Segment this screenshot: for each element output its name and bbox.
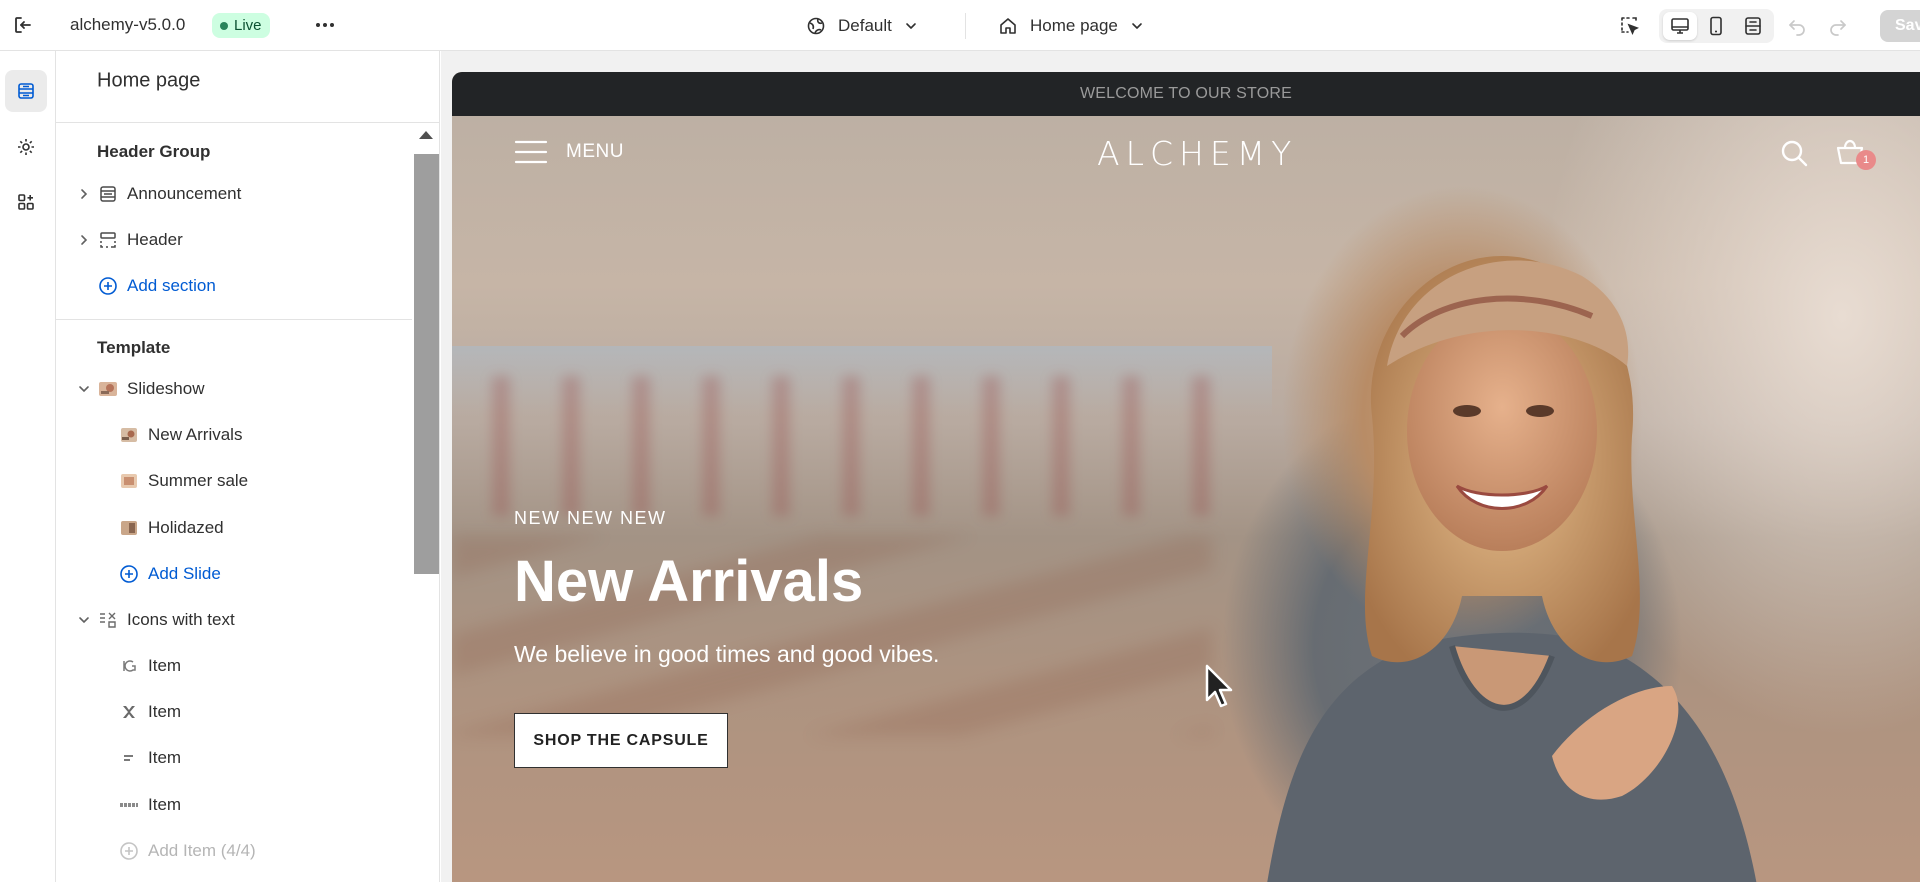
chevron-right-icon[interactable] (77, 233, 91, 247)
sidebar-item-label: Item (148, 656, 182, 675)
chevron-down-icon[interactable] (77, 613, 91, 627)
announcement-bar[interactable]: WELCOME TO OUR STORE (452, 72, 1920, 116)
sidebar-item-label: Holidazed (148, 518, 224, 537)
add-slide-button[interactable]: Add Slide (56, 554, 412, 594)
sidebar-item-label: Header (127, 230, 183, 249)
undo-icon[interactable] (1786, 15, 1808, 37)
sidebar-item-label: Item (148, 795, 182, 814)
live-dot-icon (220, 21, 228, 30)
mouse-pointer-icon (1205, 664, 1233, 708)
slide-thumbnail-icon (119, 471, 139, 491)
add-item-button[interactable]: Add Item (4/4) (56, 831, 412, 871)
fullscreen-icon[interactable] (1736, 12, 1770, 40)
sidebar-item-slide-summer-sale[interactable]: Summer sale (56, 461, 412, 501)
template-selector[interactable]: Default (806, 13, 918, 39)
globe-icon (807, 17, 825, 35)
chevron-down-icon (1132, 23, 1142, 29)
inspector-icon[interactable] (1618, 14, 1642, 38)
page-selector-label: Home page (1030, 16, 1118, 35)
item-thumbnail-icon (119, 795, 139, 815)
store-preview[interactable]: WELCOME TO OUR STORE MENU ALCHEMY 1 NEW … (452, 72, 1920, 882)
sidebar-scrollbar-thumb[interactable] (414, 154, 439, 574)
sidebar-item-label: Slideshow (127, 379, 205, 398)
sidebar-item-icon-item[interactable]: Item (56, 738, 412, 778)
mobile-icon[interactable] (1699, 12, 1733, 40)
sidebar-item-label: New Arrivals (148, 425, 243, 444)
chevron-right-icon[interactable] (77, 187, 91, 201)
shop-the-capsule-button[interactable]: SHOP THE CAPSULE (514, 713, 728, 768)
slide-thumbnail-icon (119, 425, 139, 445)
sidebar-group-divider (56, 319, 412, 320)
gear-icon[interactable] (5, 126, 47, 168)
sidebar-item-label: Summer sale (148, 471, 249, 490)
sidebar-item-label: Item (148, 702, 182, 721)
redo-icon[interactable] (1827, 15, 1849, 37)
item-thumbnail-icon (119, 748, 139, 768)
sidebar-item-icon-item[interactable]: Item (56, 646, 412, 686)
announcement-bar-icon (98, 184, 118, 204)
template-group-label: Template (97, 338, 171, 357)
sidebar-item-icon-item[interactable]: Item (56, 692, 412, 732)
theme-name: alchemy-v5.0.0 (70, 15, 186, 34)
sidebar-item-slide-new-arrivals[interactable]: New Arrivals (56, 415, 412, 455)
add-slide-label: Add Slide (148, 564, 221, 583)
add-section-label: Add section (127, 276, 216, 295)
template-selector-label: Default (838, 16, 892, 35)
exit-icon[interactable] (12, 14, 34, 36)
sidebar-item-label: Item (148, 748, 182, 767)
more-actions-icon[interactable] (312, 14, 338, 36)
header-layout-icon (98, 230, 118, 250)
editor-topbar: alchemy-v5.0.0 Live Default Home page Sa… (0, 0, 1920, 51)
slide-thumbnail-icon (119, 518, 139, 538)
section-sidebar: Home page Header Group Announcement Head… (56, 51, 440, 882)
sidebar-item-icon-item[interactable]: Item (56, 785, 412, 825)
plus-circle-icon (119, 564, 139, 584)
desktop-icon[interactable] (1663, 12, 1698, 40)
slide-heading: New Arrivals (514, 549, 864, 614)
hamburger-icon (514, 140, 548, 164)
device-switcher (1659, 9, 1774, 43)
cart-icon[interactable]: 1 (1835, 138, 1876, 170)
icons-with-text-icon (98, 610, 118, 630)
store-logo[interactable]: ALCHEMY (1097, 134, 1297, 173)
slideshow-thumbnail-icon (98, 379, 118, 399)
left-rail (0, 51, 56, 882)
header-group-label: Header Group (97, 142, 211, 161)
sidebar-item-icons-with-text[interactable]: Icons with text (56, 600, 412, 640)
hero-model-image (1267, 256, 1757, 882)
sidebar-item-label: Icons with text (127, 610, 235, 629)
sidebar-item-slide-holidazed[interactable]: Holidazed (56, 508, 412, 548)
sidebar-item-header[interactable]: Header (56, 220, 412, 260)
page-selector[interactable]: Home page (998, 13, 1144, 39)
apps-icon[interactable] (5, 181, 47, 223)
sections-icon[interactable] (5, 70, 47, 112)
item-thumbnail-icon (119, 702, 139, 722)
slide-subheading: We believe in good times and good vibes. (514, 641, 940, 667)
slideshow-hero[interactable]: MENU ALCHEMY 1 NEW NEW NEW New Arrivals … (452, 116, 1920, 882)
cart-count-badge: 1 (1856, 150, 1876, 170)
topbar-divider (965, 13, 966, 39)
plus-circle-icon (98, 276, 118, 296)
sidebar-title: Home page (97, 69, 201, 92)
item-thumbnail-icon (119, 656, 139, 676)
search-icon[interactable] (1779, 138, 1809, 168)
menu-toggle[interactable]: MENU (514, 139, 624, 165)
live-badge: Live (212, 13, 270, 38)
menu-label: MENU (566, 141, 624, 162)
sidebar-item-label: Announcement (127, 184, 242, 203)
scroll-up-arrow-icon[interactable] (419, 131, 433, 139)
add-section-button[interactable]: Add section (56, 266, 412, 306)
sidebar-item-slideshow[interactable]: Slideshow (56, 369, 412, 409)
plus-circle-icon (119, 841, 139, 861)
save-button[interactable]: Save (1880, 10, 1920, 42)
sidebar-title-divider (56, 122, 439, 123)
chevron-down-icon[interactable] (77, 382, 91, 396)
chevron-down-icon (906, 23, 916, 29)
slide-kicker: NEW NEW NEW (514, 508, 667, 528)
home-icon (1000, 18, 1016, 34)
add-item-label: Add Item (4/4) (148, 841, 256, 860)
live-badge-label: Live (234, 17, 262, 34)
sidebar-item-announcement[interactable]: Announcement (56, 174, 412, 214)
hero-background-flags (492, 376, 1252, 516)
